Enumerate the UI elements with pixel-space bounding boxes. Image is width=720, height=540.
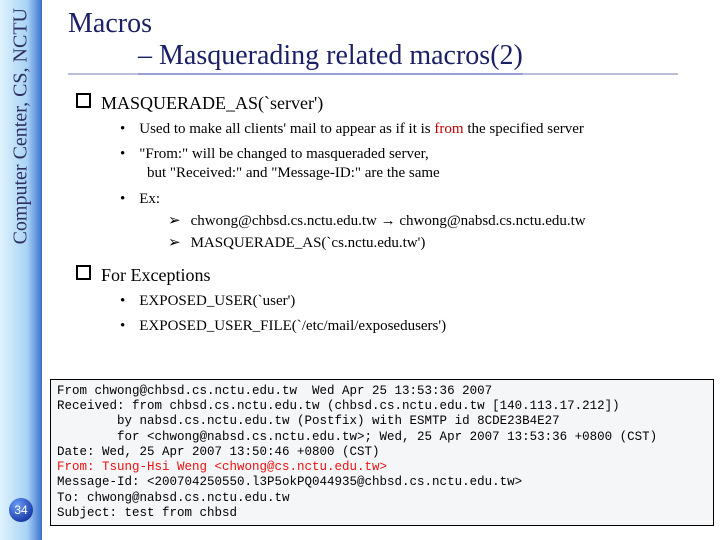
section1-bullet2-line2: but "Received:" and "Message-ID:" are th…: [147, 164, 710, 183]
section1-heading: MASQUERADE_AS(`server'): [76, 93, 710, 114]
section1-b2-line1: "From:" will be changed to masqueraded s…: [139, 146, 428, 162]
section2-b2-text: EXPOSED_USER_FILE(`/etc/mail/exposeduser…: [139, 318, 446, 334]
mail-line-3: by nabsd.cs.nctu.edu.tw (Postfix) with E…: [57, 414, 707, 429]
section1-b3-text: Ex:: [139, 191, 160, 207]
page-number-badge: 34: [9, 498, 33, 522]
title-line1: Macros: [68, 8, 710, 40]
section1-bullet1: • Used to make all clients' mail to appea…: [120, 120, 710, 139]
section1-ex1: ➢ chwong@chbsd.cs.nctu.edu.tw → chwong@na…: [168, 211, 710, 231]
bullet-dot-icon: •: [120, 121, 125, 137]
section1-ex1-text: chwong@chbsd.cs.nctu.edu.tw → chwong@nab…: [191, 213, 586, 229]
bullet-dot-icon: •: [120, 293, 125, 309]
section2-b1-text: EXPOSED_USER(`user'): [139, 293, 295, 309]
bullet-dot-icon: •: [120, 318, 125, 334]
mail-line-6: From: Tsung-Hsi Weng <chwong@cs.nctu.edu…: [57, 460, 707, 475]
bullet-dot-icon: •: [120, 191, 125, 207]
mail-header-block: From chwong@chbsd.cs.nctu.edu.tw Wed Apr…: [50, 379, 714, 526]
content: Macros – Masquerading related macros(2) …: [68, 8, 710, 337]
section1-bullet3: • Ex:: [120, 190, 710, 209]
section1-b1-post: the specified server: [464, 121, 584, 137]
mail-line-2: Received: from chbsd.cs.nctu.edu.tw (chb…: [57, 399, 707, 414]
section1-ex2: ➢ MASQUERADE_AS(`cs.nctu.edu.tw'): [168, 233, 710, 253]
mail-line-7: Message-Id: <200704250550.l3P5okPQ044935…: [57, 475, 707, 490]
section2-bullet1: • EXPOSED_USER(`user'): [120, 292, 710, 311]
section1-b1-from: from: [434, 121, 463, 137]
title-line2: – Masquerading related macros(2): [138, 40, 523, 75]
section1-b1-pre: Used to make all clients' mail to appear…: [139, 121, 434, 137]
sidebar-label: Computer Center, CS, NCTU: [10, 8, 33, 244]
title-block: Macros – Masquerading related macros(2): [68, 8, 710, 79]
mail-line-8: To: chwong@nabsd.cs.nctu.edu.tw: [57, 491, 707, 506]
section1-ex2-text: MASQUERADE_AS(`cs.nctu.edu.tw'): [191, 235, 426, 251]
section1-bullet2: • "From:" will be changed to masqueraded …: [120, 145, 710, 164]
section2-heading: For Exceptions: [76, 265, 710, 286]
mail-line-5: Date: Wed, 25 Apr 2007 13:50:46 +0800 (C…: [57, 445, 707, 460]
section2-bullet2: • EXPOSED_USER_FILE(`/etc/mail/exposeduse…: [120, 317, 710, 336]
bullet-square-icon: [76, 265, 91, 280]
bullet-triangle-icon: ➢: [168, 235, 181, 251]
mail-line-9: Subject: test from chbsd: [57, 506, 707, 521]
mail-line-4: for <chwong@nabsd.cs.nctu.edu.tw>; Wed, …: [57, 430, 707, 445]
sidebar: Computer Center, CS, NCTU: [0, 0, 42, 540]
mail-line-1: From chwong@chbsd.cs.nctu.edu.tw Wed Apr…: [57, 384, 707, 399]
slide: Computer Center, CS, NCTU 34 Macros – Ma…: [0, 0, 720, 540]
bullet-dot-icon: •: [120, 146, 125, 162]
section1-heading-text: MASQUERADE_AS(`server'): [101, 93, 323, 113]
bullet-square-icon: [76, 93, 91, 108]
section2-heading-text: For Exceptions: [101, 265, 211, 285]
bullet-triangle-icon: ➢: [168, 213, 181, 229]
